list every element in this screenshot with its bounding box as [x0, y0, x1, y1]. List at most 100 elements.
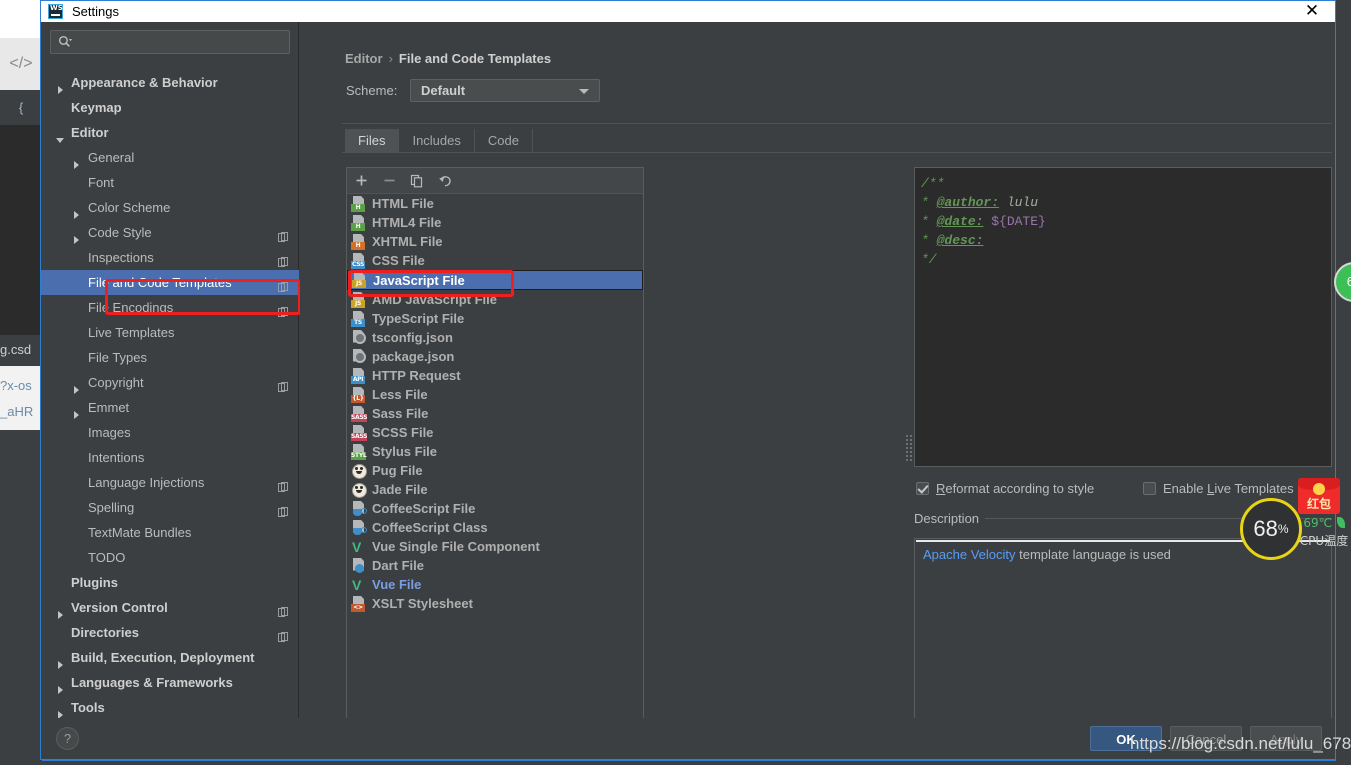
sidebar-item-languages-frameworks[interactable]: Languages & Frameworks	[41, 670, 299, 695]
sidebar-item-language-injections[interactable]: Language Injections	[41, 470, 299, 495]
template-list-item[interactable]: V Vue File	[347, 575, 643, 594]
panel-splitter[interactable]	[905, 434, 913, 464]
scheme-value: Default	[421, 83, 466, 98]
template-list-item[interactable]: CoffeeScript File	[347, 499, 643, 518]
template-list-item[interactable]: SASS Sass File	[347, 404, 643, 423]
template-list-item[interactable]: <> XSLT Stylesheet	[347, 594, 643, 613]
template-list-item[interactable]: SASS SCSS File	[347, 423, 643, 442]
chevron-right-icon[interactable]	[55, 78, 65, 94]
reset-template-button[interactable]	[431, 169, 459, 193]
reformat-checkbox[interactable]	[916, 482, 929, 495]
template-editor[interactable]: /** * @author: lulu * @date: ${DATE} * @…	[914, 167, 1332, 467]
sidebar-item-tools[interactable]: Tools	[41, 695, 299, 720]
templates-list[interactable]: H HTML File H HTML4 File H XHTML File CSS CSS F…	[347, 194, 643, 725]
sidebar-item-file-and-code-templates[interactable]: File and Code Templates	[41, 270, 299, 295]
template-list-item[interactable]: tsconfig.json	[347, 328, 643, 347]
template-list-item[interactable]: Jade File	[347, 480, 643, 499]
sidebar-item-build-execution-deployment[interactable]: Build, Execution, Deployment	[41, 645, 299, 670]
chevron-right-icon[interactable]	[55, 678, 65, 694]
sidebar-item-label: Tools	[71, 700, 105, 715]
chevron-right-icon[interactable]	[55, 603, 65, 619]
breadcrumb-parent[interactable]: Editor	[345, 51, 383, 66]
template-list-item[interactable]: JS AMD JavaScript File	[347, 290, 643, 309]
settings-sidebar: Appearance & Behavior Keymap Editor General…	[41, 22, 301, 739]
sidebar-item-live-templates[interactable]: Live Templates	[41, 320, 299, 345]
tab-files[interactable]: Files	[345, 129, 400, 152]
pug-file-icon	[351, 463, 367, 479]
sidebar-item-emmet[interactable]: Emmet	[41, 395, 299, 420]
background-white-strip	[0, 0, 42, 38]
sidebar-item-spelling[interactable]: Spelling	[41, 495, 299, 520]
sidebar-item-label: Languages & Frameworks	[71, 675, 233, 690]
sidebar-item-keymap[interactable]: Keymap	[41, 95, 299, 120]
sidebar-item-code-style[interactable]: Code Style	[41, 220, 299, 245]
sidebar-item-editor[interactable]: Editor	[41, 120, 299, 145]
template-list-item[interactable]: CoffeeScript Class	[347, 518, 643, 537]
tab-code[interactable]: Code	[474, 129, 533, 152]
template-list-item[interactable]: V Vue Single File Component	[347, 537, 643, 556]
remove-template-button[interactable]	[375, 169, 403, 193]
apache-velocity-link[interactable]: Apache Velocity	[923, 547, 1016, 562]
cpu-gauge-widget[interactable]: 68%	[1240, 498, 1302, 560]
copy-template-button[interactable]	[403, 169, 431, 193]
template-list-item[interactable]: H XHTML File	[347, 232, 643, 251]
chevron-right-icon[interactable]	[71, 203, 81, 219]
sass-file-icon: SASS	[351, 405, 367, 422]
background-ide-bottom	[0, 430, 42, 765]
help-button[interactable]: ?	[56, 727, 79, 750]
background-ide-right	[1336, 0, 1351, 765]
sidebar-item-label: Keymap	[71, 100, 122, 115]
template-list-item[interactable]: H HTML4 File	[347, 213, 643, 232]
sidebar-item-version-control[interactable]: Version Control	[41, 595, 299, 620]
sidebar-item-todo[interactable]: TODO	[41, 545, 299, 570]
search-input[interactable]	[50, 30, 290, 54]
scheme-dropdown[interactable]: Default	[410, 79, 600, 102]
live-templates-checkbox[interactable]	[1143, 482, 1156, 495]
description-rest: template language is used	[1015, 547, 1171, 562]
template-list-item[interactable]: JS JavaScript File	[347, 270, 643, 290]
project-scope-icon	[278, 601, 289, 617]
tab-includes[interactable]: Includes	[399, 129, 475, 152]
sidebar-item-appearance-behavior[interactable]: Appearance & Behavior	[41, 70, 299, 95]
chevron-right-icon[interactable]	[55, 703, 65, 719]
template-list-item[interactable]: CSS CSS File	[347, 251, 643, 270]
template-list-item[interactable]: Dart File	[347, 556, 643, 575]
sidebar-item-file-encodings[interactable]: File Encodings	[41, 295, 299, 320]
template-list-item[interactable]: {L} Less File	[347, 385, 643, 404]
sidebar-item-copyright[interactable]: Copyright	[41, 370, 299, 395]
template-list-item[interactable]: Pug File	[347, 461, 643, 480]
stylus-file-icon: STYL	[351, 443, 367, 460]
template-list-item[interactable]: H HTML File	[347, 194, 643, 213]
sidebar-item-textmate-bundles[interactable]: TextMate Bundles	[41, 520, 299, 545]
chevron-right-icon[interactable]	[71, 403, 81, 419]
jade-file-icon	[351, 482, 367, 498]
template-list-item[interactable]: API HTTP Request	[347, 366, 643, 385]
sidebar-item-general[interactable]: General	[41, 145, 299, 170]
live-templates-label: Enable Live Templates	[1163, 481, 1294, 496]
reformat-checkbox-row[interactable]: Reformat according to style	[916, 481, 1094, 496]
cpu-temperature-widget[interactable]: 69℃ CPU温度	[1297, 514, 1351, 549]
template-list-item[interactable]: STYL Stylus File	[347, 442, 643, 461]
dialog-body: Appearance & Behavior Keymap Editor General…	[41, 22, 1335, 739]
sidebar-item-file-types[interactable]: File Types	[41, 345, 299, 370]
sidebar-item-color-scheme[interactable]: Color Scheme	[41, 195, 299, 220]
sidebar-item-intentions[interactable]: Intentions	[41, 445, 299, 470]
sidebar-item-directories[interactable]: Directories	[41, 620, 299, 645]
live-templates-checkbox-row[interactable]: Enable Live Templates	[1143, 481, 1294, 496]
template-list-item[interactable]: package.json	[347, 347, 643, 366]
chevron-right-icon[interactable]	[71, 153, 81, 169]
chevron-right-icon[interactable]	[71, 228, 81, 244]
template-list-item-label: TypeScript File	[372, 311, 465, 326]
template-list-item[interactable]: TS TypeScript File	[347, 309, 643, 328]
chevron-right-icon[interactable]	[55, 653, 65, 669]
sidebar-item-inspections[interactable]: Inspections	[41, 245, 299, 270]
close-icon[interactable]: ✕	[1299, 1, 1325, 22]
sidebar-item-font[interactable]: Font	[41, 170, 299, 195]
sidebar-item-images[interactable]: Images	[41, 420, 299, 445]
add-template-button[interactable]	[347, 169, 375, 193]
chevron-right-icon[interactable]	[71, 378, 81, 394]
chevron-down-icon[interactable]	[55, 128, 65, 143]
code-line-3: * @date: ${DATE}	[921, 212, 1331, 231]
hongbao-icon[interactable]: 红包	[1298, 478, 1340, 514]
sidebar-item-plugins[interactable]: Plugins	[41, 570, 299, 595]
